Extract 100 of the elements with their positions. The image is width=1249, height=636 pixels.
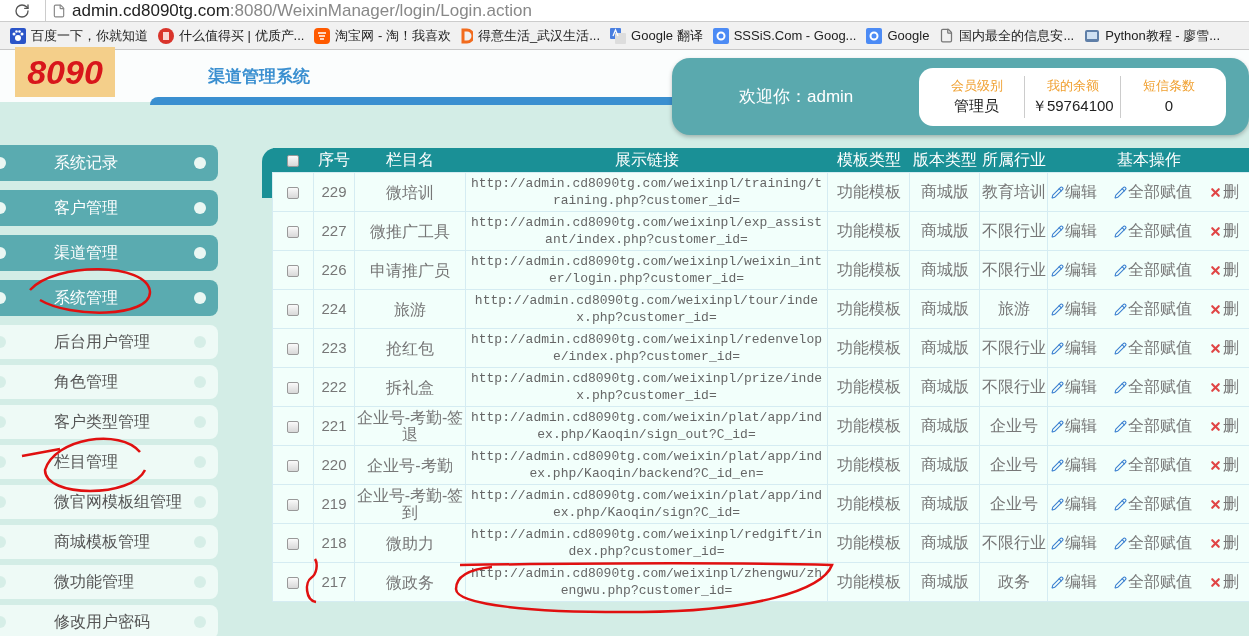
edit-link[interactable]: 全部赋值 [1114,414,1210,438]
table-cell: 微培训 [354,172,466,212]
reload-icon[interactable] [14,2,30,19]
checkbox[interactable] [287,537,299,550]
delete-link[interactable]: 删 [1209,180,1249,204]
sidebar-section[interactable]: 渠道管理 [0,235,218,271]
edit-link[interactable]: 编辑 [1051,180,1115,204]
bookmark-square-icon [866,27,883,44]
edit-link[interactable]: 编辑 [1051,570,1115,594]
delete-link[interactable]: 删 [1209,492,1249,516]
bookmark[interactable]: SSSiS.Com - Goog... [712,25,857,46]
edit-link[interactable]: 全部赋值 [1114,531,1210,555]
edit-link[interactable]: 编辑 [1051,258,1115,282]
edit-link[interactable]: 全部赋值 [1114,375,1210,399]
sidebar-item[interactable]: 角色管理 [0,365,218,399]
delete-link[interactable]: 删 [1209,375,1249,399]
table-cell: 226 [313,250,355,290]
checkbox[interactable] [287,154,299,167]
pencil-icon [1051,419,1064,433]
pencil-icon [1051,536,1064,550]
checkbox[interactable] [287,498,299,511]
table-cell: 功能模板 [827,484,910,524]
logo: 8090 [15,47,115,97]
bookmark[interactable]: 得意生活_武汉生活... [461,25,601,46]
table-cell: 商城版 [909,289,980,329]
checkbox[interactable] [287,576,299,589]
edit-link[interactable]: 编辑 [1051,375,1115,399]
table-cell: 229 [313,172,355,212]
sidebar-item[interactable]: 微功能管理 [0,565,218,599]
edit-link[interactable]: 编辑 [1051,492,1115,516]
bookmark[interactable]: Google 翻译 [610,25,703,46]
sidebar-item[interactable]: 修改用户密码 [0,605,218,636]
seal-icon [158,27,174,44]
delete-link[interactable]: 删 [1209,570,1249,594]
link-cell: http://admin.cd8090tg.com/weixinpl/training/training.php?customer_id= [465,172,828,212]
sidebar-item[interactable]: 商城模板管理 [0,525,218,559]
bookmark[interactable]: 什么值得买 | 优质产... [158,25,305,46]
sidebar-section[interactable]: 系统管理 [0,280,218,316]
sidebar-item[interactable]: 后台用户管理 [0,325,218,359]
bookmark[interactable]: 百度一下，你就知道 [10,25,148,46]
delete-icon [1209,458,1223,472]
table-cell: 224 [313,289,355,329]
checkbox[interactable] [287,225,299,238]
delete-link[interactable]: 删 [1209,258,1249,282]
table-cell: 218 [313,523,355,563]
checkbox[interactable] [287,264,299,277]
sidebar-section[interactable]: 系统记录 [0,145,218,181]
table-cell: 旅游 [979,289,1048,329]
table-cell: 功能模板 [827,445,910,485]
page-icon [52,3,66,18]
bookmark[interactable]: 国内最全的信息安... [939,25,1075,46]
column-header: 模板类型 [836,151,901,168]
checkbox[interactable] [287,420,299,433]
edit-link[interactable]: 编辑 [1051,531,1115,555]
table-cell: 227 [313,211,355,251]
sidebar-item[interactable]: 客户类型管理 [0,405,218,439]
edit-link[interactable]: 编辑 [1051,336,1115,360]
edit-link[interactable]: 编辑 [1051,414,1115,438]
edit-link[interactable]: 全部赋值 [1114,336,1210,360]
checkbox[interactable] [287,303,299,316]
pencil-icon [1114,341,1128,355]
shop-icon [314,27,331,44]
delete-link[interactable]: 删 [1209,453,1249,477]
edit-link[interactable]: 全部赋值 [1114,492,1210,516]
edit-link[interactable]: 全部赋值 [1114,297,1210,321]
edit-link[interactable]: 编辑 [1051,219,1115,243]
table-cell: 抢红包 [354,328,466,368]
pencil-icon [1114,185,1128,199]
checkbox[interactable] [287,342,299,355]
bookmark[interactable]: Google [866,25,930,46]
bookmark[interactable]: Python教程 - 廖雪... [1084,25,1221,46]
edit-link[interactable]: 全部赋值 [1114,180,1210,204]
paw-icon [10,27,26,44]
pencil-icon [1114,497,1128,511]
delete-link[interactable]: 删 [1209,531,1249,555]
delete-link[interactable]: 删 [1209,219,1249,243]
delete-icon [1209,224,1223,238]
edit-link[interactable]: 全部赋值 [1114,219,1210,243]
delete-link[interactable]: 删 [1209,297,1249,321]
edit-link[interactable]: 编辑 [1051,297,1115,321]
edit-link[interactable]: 全部赋值 [1114,453,1210,477]
table-cell: 不限行业 [979,211,1048,251]
link-cell: http://admin.cd8090tg.com/weixinpl/redenvelope/index.php?customer_id= [465,328,828,368]
edit-link[interactable]: 全部赋值 [1114,570,1210,594]
checkbox[interactable] [287,186,299,199]
sidebar-item[interactable]: 栏目管理 [0,445,218,479]
sidebar-section[interactable]: 客户管理 [0,190,218,226]
bookmark[interactable]: 淘宝网 - 淘！我喜欢 [314,25,451,46]
checkbox[interactable] [287,381,299,394]
delete-link[interactable]: 删 [1209,336,1249,360]
sidebar-item[interactable]: 微官网模板组管理 [0,485,218,519]
checkbox[interactable] [287,459,299,472]
table-cell: 不限行业 [979,328,1048,368]
table-cell: 商城版 [909,211,980,251]
pencil-icon [1051,185,1064,199]
table-cell: 企业号-考勤-签到 [354,484,466,524]
link-cell: http://admin.cd8090tg.com/weixin/plat/app/index.php/Kaoqin/sign_out?C_id= [465,406,828,446]
delete-link[interactable]: 删 [1209,414,1249,438]
edit-link[interactable]: 编辑 [1051,453,1115,477]
edit-link[interactable]: 全部赋值 [1114,258,1210,282]
